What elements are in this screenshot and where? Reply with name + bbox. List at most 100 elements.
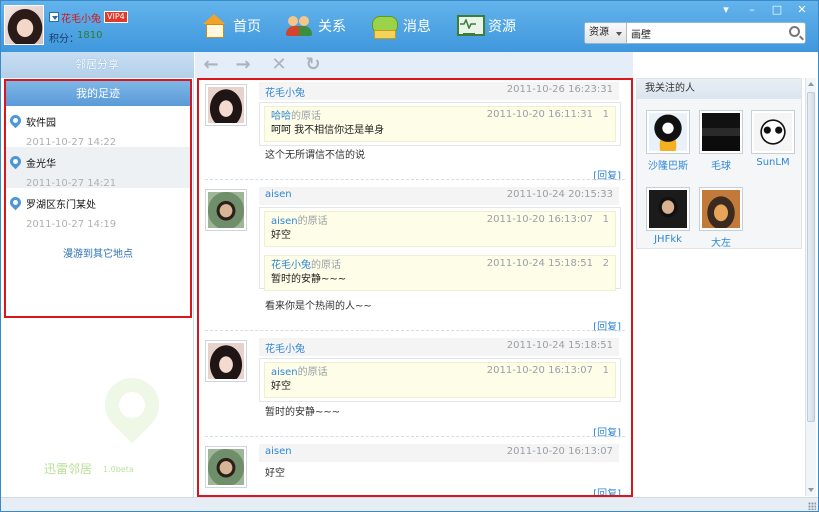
quote-suffix: 的原话 [297, 367, 328, 378]
nav-relations-label: 关系 [318, 19, 346, 35]
place-item[interactable]: 软件园 2011-10-27 14:22 [6, 106, 190, 148]
my-footprint-panel: 我的足迹 软件园 2011-10-27 14:22 金光华 2011-10-27… [4, 79, 192, 318]
quote-number: 1 [602, 365, 609, 376]
friend-item[interactable]: SunLM [750, 110, 796, 168]
search-input[interactable] [631, 25, 781, 41]
friend-name[interactable]: 大左 [698, 234, 744, 249]
post-header: 花毛小兔 2011-10-24 15:18:51 [259, 338, 619, 356]
post-body: 这个无所谓信不信的说 [265, 150, 365, 161]
post-divider [205, 436, 625, 437]
friend-item[interactable]: 大左 [698, 187, 744, 249]
user-avatar[interactable] [4, 5, 44, 45]
friend-avatar[interactable] [646, 187, 690, 231]
status-bar [0, 497, 819, 512]
quote-time: 2011-10-20 16:11:31 [486, 109, 593, 120]
place-name: 罗湖区东门某处 [26, 200, 96, 211]
post-body: 暂时的安静~~~ [265, 407, 341, 418]
footprint-title[interactable]: 我的足迹 [6, 81, 190, 106]
scroll-up-icon[interactable] [808, 82, 814, 86]
location-pin-icon [7, 153, 24, 170]
scroll-thumb[interactable] [807, 92, 815, 422]
quote-user[interactable]: 花毛小兔 [271, 260, 311, 271]
quote-item: aisen的原话 2011-10-20 16:13:07 1 好空 [264, 362, 616, 398]
quote-item: 花毛小兔的原话 2011-10-24 15:18:51 2 暂时的安静~~~ [264, 255, 616, 291]
friend-item[interactable]: JHFkk [645, 187, 691, 245]
friend-item[interactable]: 毛球 [698, 110, 744, 172]
brand-watermark-logo [93, 366, 171, 462]
place-time: 2011-10-27 14:19 [26, 219, 117, 230]
search-type-select[interactable]: 资源 [585, 23, 627, 43]
post-author[interactable]: aisen [265, 189, 292, 200]
reply-link[interactable]: [回复] [593, 485, 621, 495]
quote-user[interactable]: aisen [271, 367, 298, 378]
post-author[interactable]: 花毛小兔 [265, 340, 305, 355]
place-name: 金光华 [26, 159, 56, 170]
nav-resources[interactable]: 资源 [456, 14, 516, 38]
home-icon [201, 14, 227, 38]
post-avatar[interactable] [205, 340, 247, 382]
post-time: 2011-10-20 16:13:07 [506, 446, 613, 457]
post-avatar[interactable] [205, 189, 247, 231]
quote-text: 呵呵 我不相信你还是单身 [271, 125, 385, 136]
post-body: 好空 [265, 468, 285, 479]
quote-time: 2011-10-24 15:18:51 [486, 258, 593, 269]
refresh-button[interactable]: ↻ [303, 55, 323, 75]
close-button[interactable]: ✕ [795, 4, 809, 16]
maximize-button[interactable]: □ [770, 4, 784, 16]
brand-watermark-text: 迅雷邻居 [44, 462, 93, 476]
search-bar: 资源 [584, 22, 806, 44]
quote-item: 哈哈的原话 2011-10-20 16:11:31 1 呵呵 我不相信你还是单身 [264, 106, 616, 142]
minimize-button[interactable]: – [745, 4, 759, 16]
user-menu-dropdown-icon[interactable] [49, 12, 59, 22]
location-pin-icon [7, 194, 24, 211]
friend-name[interactable]: JHFkk [645, 234, 691, 245]
place-item[interactable]: 金光华 2011-10-27 14:21 [6, 147, 190, 189]
quote-text: 好空 [271, 381, 291, 392]
place-item[interactable]: 罗湖区东门某处 2011-10-27 14:19 [6, 188, 190, 230]
scroll-down-icon[interactable] [808, 488, 814, 492]
neighbor-share-tab[interactable]: 邻居分享 [0, 52, 194, 78]
resize-grip-icon[interactable] [808, 502, 816, 510]
nav-home[interactable]: 首页 [201, 14, 261, 38]
post-avatar[interactable] [205, 84, 247, 126]
quote-suffix: 的原话 [297, 216, 328, 227]
post-body: 看来你是个热闹的人~~ [265, 301, 372, 312]
friend-avatar[interactable] [751, 110, 795, 154]
quote-box: aisen的原话 2011-10-20 16:13:07 1 好空 [259, 358, 621, 402]
friend-avatar[interactable] [699, 110, 743, 154]
search-icon[interactable] [789, 26, 800, 37]
nav-resources-label: 资源 [488, 19, 516, 35]
window-menu-button[interactable]: ▾ [719, 4, 733, 16]
quote-user[interactable]: aisen [271, 216, 298, 227]
forward-button[interactable]: → [233, 55, 253, 75]
friend-name[interactable]: SunLM [750, 157, 796, 168]
nav-relations[interactable]: 关系 [286, 14, 346, 38]
quote-number: 1 [602, 214, 609, 225]
place-name: 软件园 [26, 118, 56, 129]
resource-icon [456, 14, 485, 38]
friend-name[interactable]: 毛球 [698, 157, 744, 172]
friend-item[interactable]: 沙隆巴斯 [645, 110, 691, 172]
left-panel: 邻居分享 我的足迹 软件园 2011-10-27 14:22 金光华 2011-… [0, 52, 194, 499]
post-author[interactable]: aisen [265, 446, 292, 457]
right-scrollbar[interactable] [805, 78, 816, 496]
quote-text: 暂时的安静~~~ [271, 274, 347, 285]
post-avatar[interactable] [205, 446, 247, 488]
stop-button[interactable]: ✕ [269, 55, 289, 75]
quote-number: 2 [602, 258, 609, 269]
back-button[interactable]: ← [201, 55, 221, 75]
friend-name[interactable]: 沙隆巴斯 [645, 157, 691, 172]
vip-badge: VIP4 [104, 11, 128, 23]
top-bar: 花毛小兔 VIP4 积分： 1810 首页 关系 消息 资源 ▾ – □ ✕ 资… [0, 0, 819, 52]
post-time: 2011-10-24 20:15:33 [506, 189, 613, 200]
friend-avatar[interactable] [699, 187, 743, 231]
friend-avatar[interactable] [646, 110, 690, 154]
nav-messages[interactable]: 消息 [371, 14, 431, 39]
quote-user[interactable]: 哈哈 [271, 111, 291, 122]
username[interactable]: 花毛小兔 [61, 10, 101, 25]
post-header: aisen 2011-10-24 20:15:33 [259, 187, 619, 205]
post-header: 花毛小兔 2011-10-26 16:23:31 [259, 82, 619, 100]
post-author[interactable]: 花毛小兔 [265, 84, 305, 99]
roam-other-places-link[interactable]: 漫游到其它地点 [6, 245, 190, 260]
brand-watermark-version: 1.0beta [103, 465, 134, 474]
